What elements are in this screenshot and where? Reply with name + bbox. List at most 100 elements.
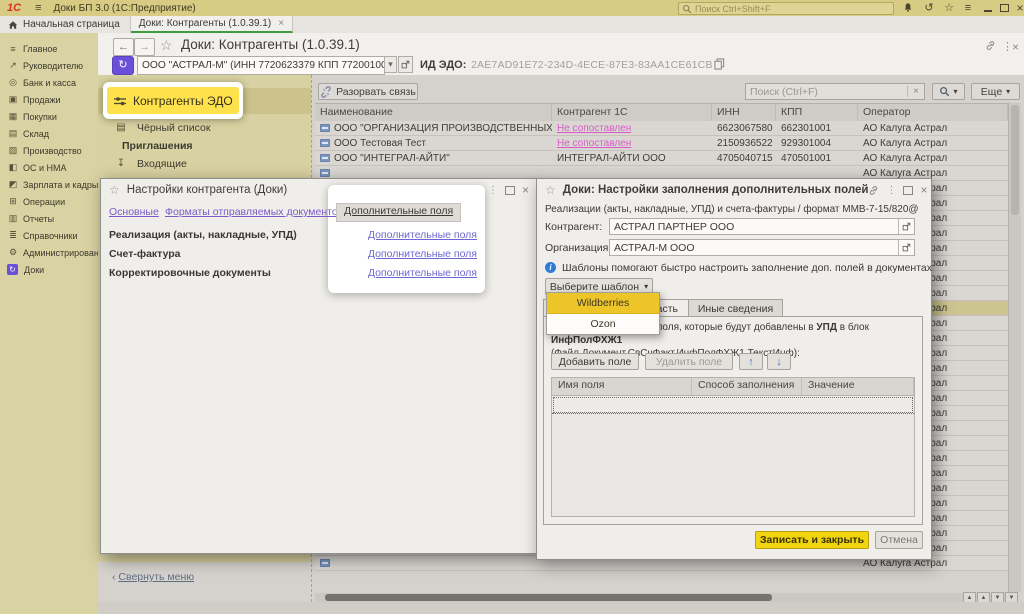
sidebar-item-ОС и НМА[interactable]: ◧ОС и НМА: [0, 159, 98, 176]
history-icon[interactable]: ↺: [921, 1, 937, 14]
grid-empty-row[interactable]: [552, 396, 914, 414]
tab-osnovnye[interactable]: Основные: [109, 206, 159, 218]
maximize-icon[interactable]: [505, 186, 515, 195]
fields-grid[interactable]: Имя поля Способ заполнения Значение: [551, 377, 915, 517]
sidebar-item-Доки[interactable]: ↻Доки: [0, 261, 98, 278]
sidebar-item-Продажи[interactable]: ▣Продажи: [0, 91, 98, 108]
table-row[interactable]: ООО Тестовая ТестНе сопоставлен215093652…: [315, 136, 1008, 151]
link-icon[interactable]: [985, 40, 996, 51]
favorites-star-icon[interactable]: ☆: [941, 1, 957, 14]
favorite-star-icon[interactable]: ☆: [160, 37, 173, 54]
sidebar-item-Отчеты[interactable]: ▥Отчеты: [0, 210, 98, 227]
clear-search-icon[interactable]: ×: [907, 86, 924, 97]
more-menu-icon[interactable]: ⋮: [488, 185, 498, 196]
vertical-scrollbar-thumb[interactable]: [1011, 105, 1019, 215]
functions-menu-icon[interactable]: ≡: [960, 1, 976, 14]
move-up-button[interactable]: ↑: [739, 353, 763, 370]
sidebar-item-Производство[interactable]: ▨Производство: [0, 142, 98, 159]
close-button[interactable]: ×: [1012, 1, 1024, 14]
notifications-bell-icon[interactable]: [900, 1, 916, 14]
horizontal-scrollbar-thumb[interactable]: [325, 594, 772, 601]
additional-fields-link[interactable]: Дополнительные поля: [368, 229, 477, 241]
back-button[interactable]: ←: [113, 38, 134, 56]
additional-fields-link[interactable]: Дополнительные поля: [368, 267, 477, 279]
column-inn[interactable]: ИНН: [712, 104, 776, 122]
tab-doki-kontragenty[interactable]: Доки: Контрагенты (1.0.39.1) ×: [131, 16, 293, 33]
tab-home[interactable]: Начальная страница: [0, 16, 131, 33]
column-kpp[interactable]: КПП: [776, 104, 858, 122]
main-menu-icon[interactable]: ≡: [35, 2, 41, 14]
column-operator[interactable]: Оператор: [858, 104, 1008, 122]
sidebar-item-Зарплата и кадры[interactable]: ◩Зарплата и кадры: [0, 176, 98, 193]
nav-item-incoming[interactable]: ↧ Входящие: [98, 155, 311, 172]
close-icon[interactable]: ×: [920, 183, 927, 197]
form-close-icon[interactable]: ×: [1012, 40, 1019, 54]
cancel-button[interactable]: Отмена: [875, 531, 923, 549]
horizontal-scrollbar[interactable]: [315, 593, 1008, 602]
fields-grid-header: Имя поля Способ заполнения Значение: [552, 378, 914, 396]
sidebar-item-Банк и касса[interactable]: ◎Банк и касса: [0, 74, 98, 91]
open-icon[interactable]: [898, 219, 914, 234]
delete-field-button[interactable]: Удалить поле: [645, 353, 733, 370]
tab-close-icon[interactable]: ×: [278, 18, 284, 29]
tab-formaty[interactable]: Форматы отправляемых документов: [165, 206, 343, 218]
combo-dropdown-button[interactable]: ▾: [384, 56, 397, 73]
maximize-icon[interactable]: [903, 186, 913, 195]
template-option-Wildberries[interactable]: Wildberries: [547, 293, 659, 314]
sidebar-item-Администрирование[interactable]: ⚙Администрирование: [0, 244, 98, 261]
counterparty-field[interactable]: АСТРАЛ ПАРТНЕР ООО: [609, 218, 915, 235]
organization-combo[interactable]: ООО "АСТРАЛ-М" (ИНН 7720623379 КПП 77200…: [137, 56, 385, 75]
sidebar-item-label: Доки: [24, 265, 44, 275]
sidebar-item-Покупки[interactable]: ▦Покупки: [0, 108, 98, 125]
star-icon[interactable]: ☆: [109, 183, 120, 197]
table-row[interactable]: ООО "ОРГАНИЗАЦИЯ ПРОИЗВОДСТВЕННЫХ СИ...Н…: [315, 121, 1008, 136]
manager-icon: ↗: [6, 60, 20, 71]
tab-other-info[interactable]: Иные сведения: [689, 299, 783, 317]
search-options-button[interactable]: ▾: [932, 83, 965, 100]
sidebar-item-Склад[interactable]: ▤Склад: [0, 125, 98, 142]
vertical-scrollbar[interactable]: [1008, 103, 1021, 592]
caret-down-icon: ▾: [1006, 87, 1010, 96]
global-search-input[interactable]: Поиск Ctrl+Shift+F: [678, 2, 894, 15]
template-option-Ozon[interactable]: Ozon: [547, 314, 659, 334]
restore-button[interactable]: [996, 1, 1012, 14]
nav-item-black-list[interactable]: ▤ Чёрный список: [98, 119, 311, 136]
open-icon[interactable]: [898, 240, 914, 255]
dialog2-titlebar[interactable]: ☆ Доки: Настройки заполнения дополнитель…: [537, 179, 931, 201]
not-matched-link[interactable]: Не сопоставлен: [557, 138, 631, 149]
grid-column-value[interactable]: Значение: [802, 378, 914, 395]
break-link-button[interactable]: Разорвать связь: [318, 83, 418, 100]
link-icon[interactable]: [868, 185, 879, 196]
table-header[interactable]: Наименование Контрагент 1С ИНН КПП Опера…: [315, 103, 1008, 123]
move-down-button[interactable]: ↓: [767, 353, 791, 370]
column-counterparty-1c[interactable]: Контрагент 1С: [552, 104, 712, 122]
more-menu-icon[interactable]: ⋮: [886, 185, 896, 196]
nav-item-label: Чёрный список: [137, 122, 210, 134]
forward-button[interactable]: →: [134, 38, 155, 56]
doki-app-button[interactable]: ↻: [112, 56, 134, 75]
star-icon[interactable]: ☆: [545, 183, 556, 197]
list-search-input[interactable]: Поиск (Ctrl+F) ×: [745, 83, 925, 100]
sidebar-item-Справочники[interactable]: ≣Справочники: [0, 227, 98, 244]
collapse-menu-link[interactable]: ‹ Свернуть меню: [112, 571, 194, 583]
sidebar-item-Руководителю[interactable]: ↗Руководителю: [0, 57, 98, 74]
add-field-button[interactable]: Добавить поле: [551, 353, 639, 370]
save-and-close-button[interactable]: Записать и закрыть: [755, 531, 869, 549]
copy-icon[interactable]: [714, 58, 725, 70]
minimize-button[interactable]: [980, 1, 996, 14]
combo-open-button[interactable]: [398, 56, 413, 73]
sidebar-item-Операции[interactable]: ⊞Операции: [0, 193, 98, 210]
column-name[interactable]: Наименование: [315, 104, 552, 122]
more-actions-button[interactable]: Еще ▾: [971, 83, 1020, 100]
tab-dopolnitelnye-polya[interactable]: Дополнительные поля: [336, 203, 461, 222]
organization-field[interactable]: АСТРАЛ-М ООО: [609, 239, 915, 256]
nav-item-kontragenty-edo[interactable]: Контрагенты ЭДО: [107, 87, 239, 114]
table-row[interactable]: ООО "ИНТЕГРАЛ-АЙТИ"ИНТЕГРАЛ-АЙТИ ООО4705…: [315, 151, 1008, 166]
grid-column-fill-method[interactable]: Способ заполнения: [692, 378, 802, 395]
not-matched-link[interactable]: Не сопоставлен: [557, 123, 631, 134]
grid-column-field-name[interactable]: Имя поля: [552, 378, 692, 395]
additional-fields-link[interactable]: Дополнительные поля: [368, 248, 477, 260]
sidebar-item-Главное[interactable]: ≡Главное: [0, 40, 98, 57]
close-icon[interactable]: ×: [522, 183, 529, 197]
dialog2-window-icons: ⋮ ×: [868, 183, 927, 197]
